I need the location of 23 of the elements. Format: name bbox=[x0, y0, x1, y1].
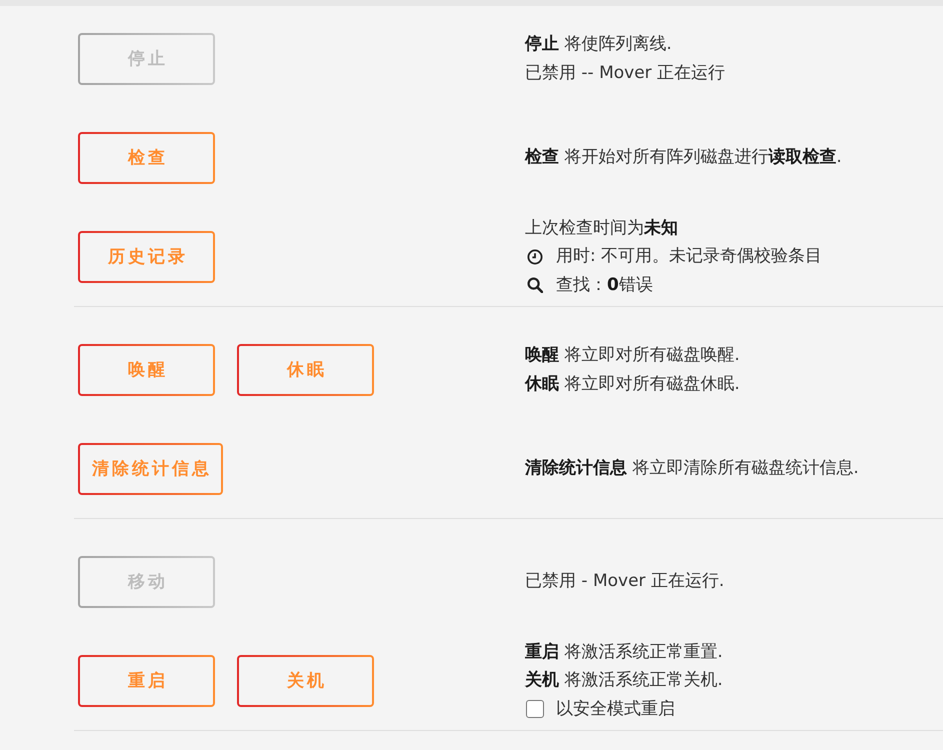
action-button[interactable]: 历史记录 bbox=[78, 230, 215, 282]
description-text: 已禁用 - Mover 正在运行. bbox=[525, 570, 724, 594]
action-button[interactable]: 检查 bbox=[78, 132, 215, 184]
action-button[interactable]: 清除统计信息 bbox=[78, 442, 223, 494]
action-button[interactable]: 关机 bbox=[237, 654, 374, 706]
description-text: 上次检查时间为未知 bbox=[525, 216, 678, 240]
duration-text: 用时: 不可用。未记录奇偶校验条目 bbox=[556, 245, 822, 268]
action-button[interactable]: 唤醒 bbox=[78, 344, 215, 396]
search-icon bbox=[527, 277, 543, 293]
clock-icon bbox=[527, 248, 543, 264]
checkbox[interactable] bbox=[526, 700, 544, 718]
result-text: 查找：0错误 bbox=[556, 274, 653, 297]
description-text: 重启 将激活系统正常重置. bbox=[525, 640, 723, 664]
action-button[interactable]: 休眠 bbox=[237, 344, 374, 396]
action-button[interactable]: 重启 bbox=[78, 654, 215, 706]
checkbox-label[interactable]: 以安全模式重启 bbox=[556, 694, 675, 724]
description-text: 唤醒 将立即对所有磁盘唤醒. bbox=[525, 344, 740, 367]
description-text: 关机 将激活系统正常关机. bbox=[525, 669, 723, 692]
description-text: 停止 将使阵列离线. bbox=[525, 33, 672, 56]
description-text: 休眠 将立即对所有磁盘休眠. bbox=[525, 372, 740, 396]
description-text: 清除统计信息 将立即清除所有磁盘统计信息. bbox=[525, 457, 859, 480]
description-text: 已禁用 -- Mover 正在运行 bbox=[525, 62, 726, 84]
description-text: 检查 将开始对所有阵列磁盘进行读取检查. bbox=[525, 146, 842, 170]
